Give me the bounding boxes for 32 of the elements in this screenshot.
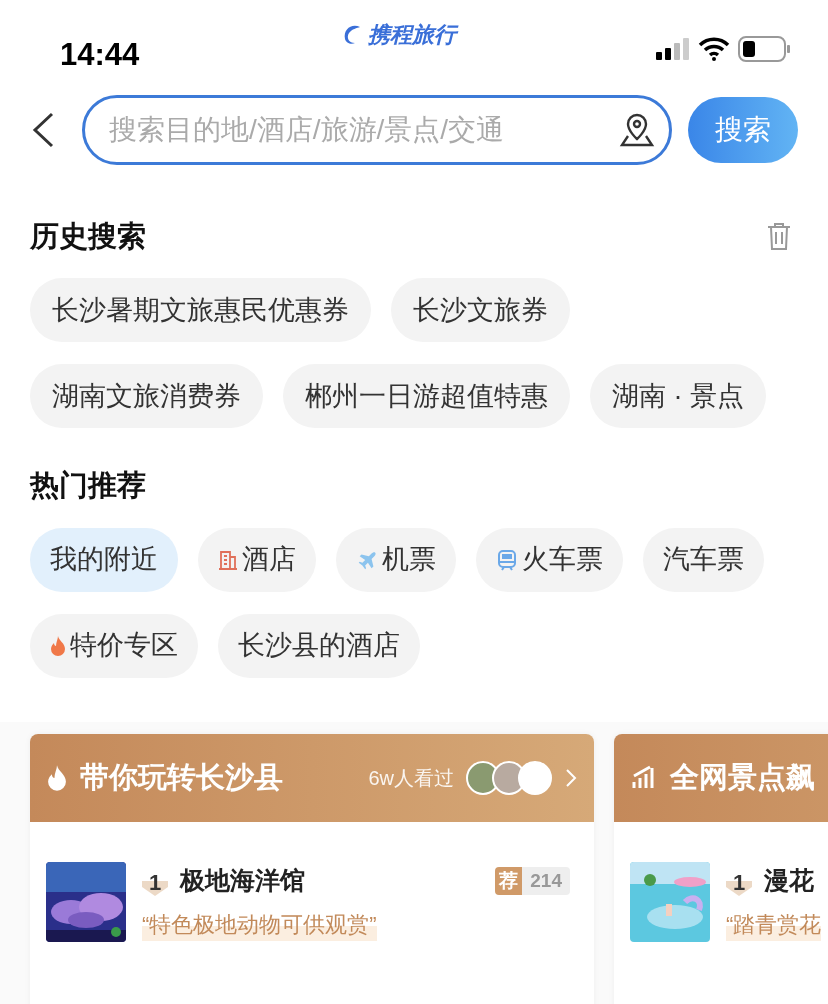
train-icon xyxy=(496,548,518,571)
section-title: 热门推荐 xyxy=(28,468,147,503)
hot-chip[interactable]: 特价专区 xyxy=(30,613,198,678)
hot-chip[interactable]: 长沙县的酒店 xyxy=(218,613,420,678)
history-chip[interactable]: 湖南 · 景点 xyxy=(590,364,766,428)
search-field[interactable]: 搜索目的地/酒店/旅游/景点/交通 xyxy=(82,94,672,165)
attraction-name: 漫花 xyxy=(764,865,814,897)
card-title: 带你玩转长沙县 xyxy=(80,759,283,795)
history-chip[interactable]: 长沙暑期文旅惠民优惠券 xyxy=(30,278,371,342)
signal-icon xyxy=(656,38,690,60)
battery-icon xyxy=(738,36,792,62)
flame-icon xyxy=(50,634,66,657)
history-chip[interactable]: 郴州一日游超值特惠 xyxy=(283,364,570,428)
recommend-badge: 荐 xyxy=(495,866,523,896)
section-title: 历史搜索 xyxy=(30,218,146,254)
avatar xyxy=(518,760,552,795)
view-count: 6w人看过 xyxy=(368,765,454,791)
hot-chip[interactable]: 火车票 xyxy=(476,527,623,592)
history-chip[interactable]: 长沙文旅券 xyxy=(391,278,570,342)
status-time: 14:44 xyxy=(60,36,140,74)
flame-icon xyxy=(46,763,68,792)
history-chip[interactable]: 湖南文旅消费券 xyxy=(30,364,263,428)
hot-chip[interactable]: 汽车票 xyxy=(643,527,764,592)
card-title: 全网景点飙 xyxy=(670,759,815,795)
hot-chip[interactable]: 我的附近 xyxy=(30,527,178,592)
hot-chip[interactable]: 机票 xyxy=(336,527,456,592)
recommend-count: 214 xyxy=(522,866,570,896)
attraction-name: 极地海洋馆 xyxy=(180,865,305,897)
hot-chip[interactable]: 酒店 xyxy=(198,527,316,592)
wifi-icon xyxy=(698,37,730,61)
trash-icon[interactable] xyxy=(766,221,792,252)
building-icon xyxy=(218,548,238,571)
